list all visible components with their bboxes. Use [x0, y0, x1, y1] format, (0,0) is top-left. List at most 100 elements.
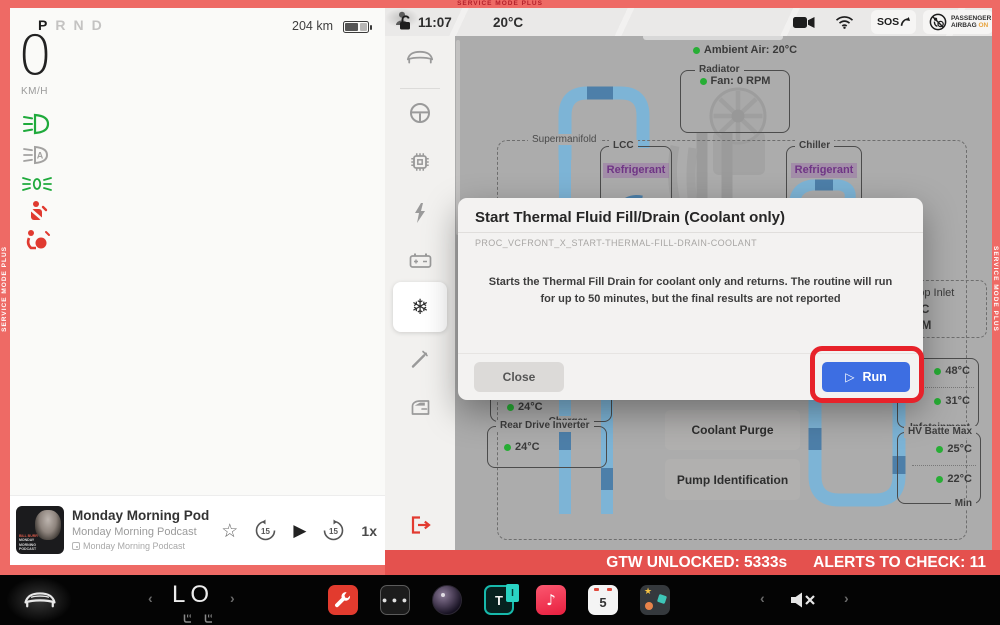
airbag-warning-icon — [22, 228, 52, 252]
passenger-airbag-label: PASSENGER AIRBAG ON — [951, 15, 991, 30]
tesla-service-screen: SERVICE MODE PLUS SERVICE MODE PLUS SERV… — [0, 0, 1000, 625]
outside-temp[interactable]: 20°C — [493, 8, 523, 36]
lightning-icon — [410, 202, 430, 224]
svg-text:15: 15 — [329, 527, 338, 536]
sos-button[interactable]: SOS — [871, 10, 916, 34]
cluster-panel: P R N D 204 km 0 KM/H A — [10, 8, 385, 565]
snowflake-icon: ❄ — [411, 297, 429, 318]
vehicle-controls-button[interactable] — [22, 589, 58, 614]
lcc-refrigerant-chip: Refrigerant — [603, 163, 670, 178]
service-alert-banner: GTW UNLOCKED: 5333s ALERTS TO CHECK: 11 — [385, 550, 1000, 575]
seat-heater-indicators[interactable] — [182, 613, 214, 624]
media-controls: ☆ 15 ▶ 15 1x — [221, 496, 377, 565]
probe-pen-icon — [409, 348, 431, 370]
chiller-label: Chiller — [795, 140, 834, 152]
forward-15-button[interactable]: 15 — [322, 519, 345, 542]
track-artist: Monday Morning Podcast — [72, 526, 197, 538]
seatbelt-warning-icon — [22, 200, 52, 224]
procedure-id: PROC_VCFRONT_X_START-THERMAL-FILL-DRAIN-… — [475, 238, 757, 248]
sidebar-exit-service[interactable] — [385, 514, 455, 541]
unlock-icon[interactable] — [398, 8, 413, 36]
sidebar-tab-chassis[interactable] — [385, 102, 455, 129]
svg-text:A: A — [37, 151, 44, 161]
lcc-label: LCC — [609, 140, 638, 152]
hv-battery-min-label: Min — [951, 498, 976, 510]
passenger-airbag-status: PASSENGER AIRBAG ON — [923, 10, 992, 34]
speed-value: 0 — [18, 26, 52, 85]
sidebar-tab-closures[interactable] — [385, 396, 455, 422]
radiator-box: Radiator Fan: 0 RPM — [680, 70, 790, 133]
chiller-refrigerant-chip: Refrigerant — [791, 163, 858, 178]
music-app-button[interactable]: ♪ — [536, 585, 566, 615]
sidebar-tab-probe[interactable] — [385, 348, 455, 375]
hv-battery-box: HV Battery Max 25°C 22°C Min — [897, 432, 981, 504]
charger-temp: 24°C — [507, 401, 543, 413]
service-mode-left-stripe: SERVICE MODE PLUS — [1, 246, 8, 332]
track-source: Monday Morning Podcast — [72, 541, 185, 551]
hvac-temp-display[interactable]: LO — [172, 581, 214, 609]
svg-text:15: 15 — [261, 527, 270, 536]
gtw-unlocked-status: GTW UNLOCKED: 5333s — [606, 554, 787, 572]
volume-down[interactable]: ‹ — [760, 590, 765, 606]
wifi-icon[interactable] — [835, 8, 854, 36]
service-mode-right-stripe: SERVICE MODE PLUS — [992, 246, 999, 332]
battery-icon — [343, 21, 369, 33]
wrench-icon — [333, 590, 353, 610]
play-button[interactable]: ▶ — [293, 521, 306, 541]
status-dot-green — [693, 47, 700, 54]
camera-app-button[interactable] — [432, 585, 462, 615]
toybox-circle — [645, 602, 653, 610]
parking-lights-icon — [22, 172, 52, 196]
dialog-body: Starts the Thermal Fill Drain for coolan… — [484, 274, 897, 308]
passenger-airbag-icon — [929, 13, 947, 31]
steering-wheel-icon — [409, 102, 431, 124]
more-apps-button[interactable]: ● ● ● — [380, 585, 410, 615]
tidal-badge: I — [506, 584, 519, 602]
speed-unit: KM/H — [21, 86, 48, 97]
toybox-app-button[interactable]: ★ — [640, 585, 670, 615]
volume-up[interactable]: › — [844, 590, 849, 606]
service-app-button[interactable] — [328, 585, 358, 615]
sidebar-tab-thermal-selected[interactable]: ❄ — [393, 282, 447, 332]
clock: 11:07 — [418, 8, 452, 36]
ambient-air-readout: Ambient Air: 20°C — [640, 44, 850, 56]
range-readout: 204 km — [292, 19, 333, 33]
hvac-temp-up[interactable]: › — [230, 590, 235, 606]
alerts-to-check-status: ALERTS TO CHECK: 11 — [813, 554, 986, 572]
infotainment-temp-high: 48°C — [934, 365, 970, 377]
gear-r: R — [55, 17, 65, 33]
sidebar-tab-firmware[interactable] — [385, 150, 455, 179]
sidebar-tab-low-voltage[interactable] — [385, 250, 455, 275]
hv-battery-temp-min: 22°C — [936, 473, 972, 485]
sidebar-tab-vehicle[interactable] — [385, 48, 455, 70]
playback-speed-button[interactable]: 1x — [361, 523, 377, 539]
lens-highlight — [441, 593, 445, 597]
low-beam-icon — [22, 112, 52, 136]
dashcam-icon[interactable] — [793, 8, 816, 36]
battery-fill — [345, 23, 358, 31]
run-button-highlight-annotation — [810, 346, 924, 403]
podcast-source-icon — [72, 542, 80, 550]
supermanifold-label: Supermanifold — [528, 134, 600, 145]
rewind-15-button[interactable]: 15 — [254, 519, 277, 542]
rear-drive-inverter-label: Rear Drive Inverter — [496, 420, 594, 432]
sidebar-tab-high-voltage[interactable] — [385, 202, 455, 229]
hvac-temp-down[interactable]: ‹ — [148, 590, 153, 606]
car-icon — [405, 48, 435, 65]
calendar-app-button[interactable]: 5 — [588, 585, 618, 615]
media-player: BILL BURR MONDAY MORNING PODCAST Monday … — [10, 495, 385, 565]
close-button[interactable]: Close — [474, 362, 564, 392]
mute-icon[interactable] — [790, 591, 818, 609]
rear-drive-inverter-temp: 24°C — [504, 441, 540, 453]
tidal-app-button[interactable]: T I — [484, 585, 514, 615]
podcast-album-art[interactable]: BILL BURR MONDAY MORNING PODCAST — [16, 506, 64, 554]
rear-drive-inverter-box: Rear Drive Inverter 24°C — [487, 426, 607, 468]
hv-battery-temp-max: 25°C — [936, 443, 972, 455]
fan-rpm-readout: Fan: 0 RPM — [681, 75, 789, 87]
hv-battery-max-label: Max — [949, 426, 976, 438]
gear-n: N — [73, 17, 83, 33]
favorite-button[interactable]: ☆ — [221, 520, 238, 542]
chip-icon — [408, 150, 432, 174]
pump-identification-button[interactable]: Pump Identification — [665, 459, 800, 500]
coolant-purge-button[interactable]: Coolant Purge — [665, 410, 800, 450]
